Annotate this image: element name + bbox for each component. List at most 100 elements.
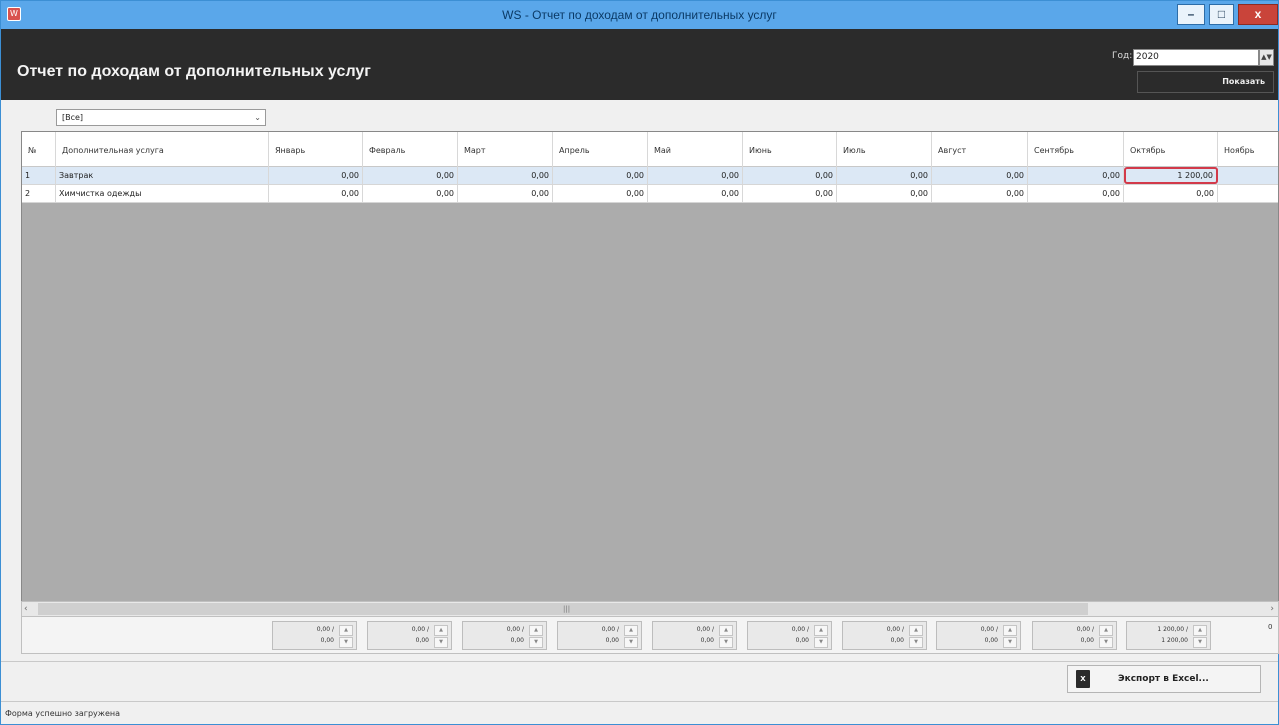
window-title: WS - Отчет по доходам от дополнительных … [502,8,777,22]
column-header-col-jul[interactable]: Июль [837,132,932,167]
service-name-cell[interactable]: Химчистка одежды [56,185,269,202]
value-cell[interactable]: 0,00 [648,167,743,184]
total-value: 0,00 / [506,626,524,633]
value-cell-empty[interactable] [1218,167,1278,184]
total-subvalue: 0,00 [415,637,429,644]
column-header-col-feb[interactable]: Февраль [363,132,458,167]
minimize-button[interactable]: – [1177,4,1205,25]
column-header-col-mar[interactable]: Март [458,132,553,167]
report-grid[interactable]: № Дополнительная услуга Январь Февраль Март А… [21,131,1279,617]
total-value: 0,00 / [601,626,619,633]
close-button[interactable]: x [1238,4,1278,25]
maximize-button[interactable]: □ [1209,4,1234,25]
totals-row: 0,00 /0,00 ▲ ▼ 0,00 /0,00 ▲ ▼ 0,00 /0,00 ▲ ▼ 0,00… [21,617,1279,654]
title-bar[interactable]: W WS - Отчет по доходам от дополнительны… [1,1,1278,29]
column-header-col-jan[interactable]: Январь [269,132,363,167]
chevron-up-icon[interactable]: ▲ [719,625,733,636]
chevron-up-icon[interactable]: ▲ [624,625,638,636]
column-total: 0,00 / 0,00 ▲ ▼ [367,621,452,650]
chevron-up-icon[interactable]: ▲ [909,625,923,636]
chevron-down-icon[interactable]: ⌄ [254,110,261,125]
year-input[interactable]: 2020 [1133,49,1259,66]
chevron-up-icon[interactable]: ▲ [339,625,353,636]
column-total: 0,00 / 0,00 ▲ ▼ [272,621,357,650]
show-button[interactable]: Показать [1137,71,1274,93]
total-value: 0,00 / [1076,626,1094,633]
value-cell-empty[interactable] [1218,185,1278,202]
chevron-up-icon[interactable]: ▲ [1099,625,1113,636]
total-value: 1 200,00 / [1157,626,1188,633]
page-title: Отчет по доходам от дополнительных услуг [17,63,371,80]
column-header-col-service[interactable]: Дополнительная услуга [56,132,269,167]
excel-file-icon: X [1076,670,1090,688]
row-number-cell[interactable]: 1 [22,167,56,184]
value-cell[interactable]: 0,00 [932,185,1028,202]
horizontal-scrollbar[interactable]: ‹ ||| › [21,601,1279,617]
value-cell[interactable]: 0,00 [1028,185,1124,202]
value-cell[interactable]: 0,00 [458,185,553,202]
total-subvalue: 0,00 [890,637,904,644]
table-row[interactable]: 1 Завтрак 0,00 0,00 0,00 0,00 0,00 0,00 0,00 0,00… [22,167,1278,185]
chevron-down-icon[interactable]: ▼ [1193,637,1207,648]
column-total: 0,00 / 0,00 ▲ ▼ [652,621,737,650]
value-cell[interactable]: 0,00 [932,167,1028,184]
column-total: 0,00 / 0,00 ▲ ▼ [557,621,642,650]
value-cell[interactable]: 0,00 [269,167,363,184]
chevron-left-icon[interactable]: ‹ [24,602,28,616]
chevron-down-icon[interactable]: ▼ [909,637,923,648]
report-header: Отчет по доходам от дополнительных услуг… [1,29,1278,100]
chevron-down-icon[interactable]: ▼ [434,637,448,648]
total-subvalue: 0,00 [795,637,809,644]
scrollbar-thumb[interactable]: ||| [38,603,1088,615]
value-cell[interactable]: 0,00 [553,167,648,184]
chevron-down-icon[interactable]: ▼ [339,637,353,648]
chevron-down-icon[interactable]: ▼ [529,637,543,648]
column-total: 0,00 / 0,00 ▲ ▼ [747,621,832,650]
chevron-up-icon[interactable]: ▲ [814,625,828,636]
value-cell[interactable]: 0,00 [648,185,743,202]
total-value: 0,00 / [886,626,904,633]
row-number-cell[interactable]: 2 [22,185,56,202]
column-total: 0,00 / 0,00 ▲ ▼ [462,621,547,650]
column-header-col-apr[interactable]: Апрель [553,132,648,167]
value-cell[interactable]: 0,00 [837,167,932,184]
column-header-col-nov[interactable]: Ноябрь [1218,132,1278,167]
chevron-up-icon[interactable]: ▲ [434,625,448,636]
chevron-right-icon[interactable]: › [1270,602,1274,616]
chevron-up-icon[interactable]: ▲ [1193,625,1207,636]
value-cell[interactable]: 0,00 [837,185,932,202]
chevron-up-icon[interactable]: ▲ [1003,625,1017,636]
spin-updown-icon[interactable]: ▲▼ [1259,49,1274,66]
chevron-down-icon[interactable]: ▼ [719,637,733,648]
table-row[interactable]: 2 Химчистка одежды 0,00 0,00 0,00 0,00 0,00 0,0… [22,185,1278,203]
value-cell[interactable]: 0,00 [743,167,837,184]
value-cell[interactable]: 0,00 [1124,185,1218,202]
column-header-col-number[interactable]: № [22,132,56,167]
value-cell[interactable]: 0,00 [269,185,363,202]
value-cell[interactable]: 0,00 [363,167,458,184]
value-cell[interactable]: 0,00 [743,185,837,202]
column-header-col-oct[interactable]: Октябрь [1124,132,1218,167]
chevron-down-icon[interactable]: ▼ [1099,637,1113,648]
service-filter-select[interactable]: [Все] ⌄ [56,109,266,126]
total-subvalue: 0,00 [510,637,524,644]
chevron-down-icon[interactable]: ▼ [624,637,638,648]
chevron-down-icon[interactable]: ▼ [1003,637,1017,648]
chevron-down-icon[interactable]: ▼ [814,637,828,648]
column-header-col-sep[interactable]: Сентябрь [1028,132,1124,167]
value-cell[interactable]: 0,00 [458,167,553,184]
total-value: 0,00 / [980,626,998,633]
value-cell[interactable]: 0,00 [553,185,648,202]
service-name-cell[interactable]: Завтрак [56,167,269,184]
column-header-col-may[interactable]: Май [648,132,743,167]
total-value: 0,00 / [791,626,809,633]
total-value-partial: 0 [1268,623,1273,631]
column-header-col-aug[interactable]: Август [932,132,1028,167]
chevron-up-icon[interactable]: ▲ [529,625,543,636]
total-subvalue: 0,00 [984,637,998,644]
value-cell[interactable]: 1 200,00 [1124,167,1218,184]
export-excel-button[interactable]: X Экспорт в Excel... [1067,665,1261,693]
value-cell[interactable]: 0,00 [1028,167,1124,184]
value-cell[interactable]: 0,00 [363,185,458,202]
column-header-col-jun[interactable]: Июнь [743,132,837,167]
